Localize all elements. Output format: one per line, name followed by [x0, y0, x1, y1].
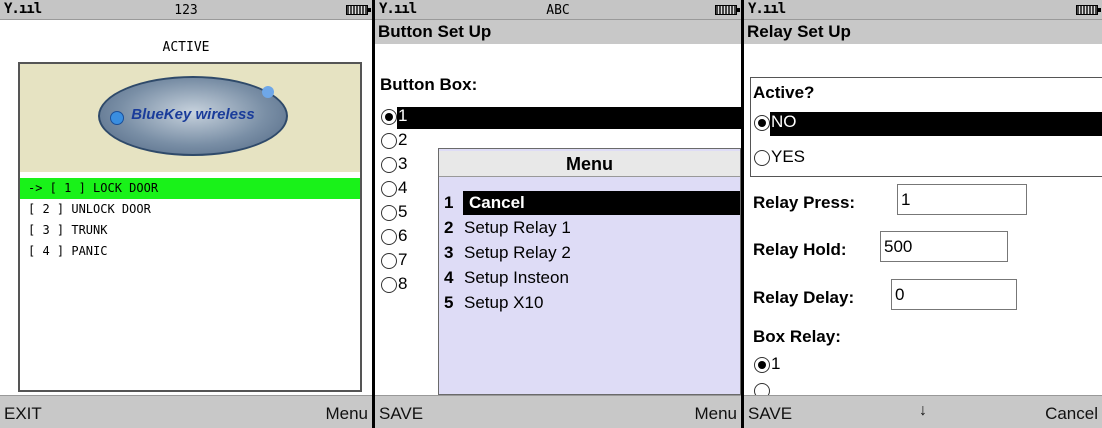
menu-item-setup-x10[interactable]: 5 Setup X10	[444, 290, 740, 315]
page-title: ACTIVE	[0, 40, 372, 60]
radio-label: 3	[398, 154, 408, 173]
menu-item-number: 2	[444, 218, 454, 237]
relay-setup-screen: Y.ııl Relay Set Up Active? NO YES Relay …	[744, 0, 1102, 428]
status-bar: Y.ııl	[744, 0, 1102, 20]
menu-item-label: Setup X10	[464, 293, 544, 312]
relay-press-label: Relay Press:	[753, 193, 856, 212]
relay-hold-field[interactable]: 500	[880, 231, 1008, 262]
menu-softkey[interactable]: Menu	[694, 404, 737, 424]
command-panel: BlueKey wireless -> [ 1 ] LOCK DOOR [ 2 …	[18, 62, 362, 392]
options-menu-popup: Menu 1 Cancel 2 Setup Relay 1 3 Setup Relay…	[438, 148, 741, 395]
menu-item-number: 1	[444, 193, 454, 212]
radio-option-1[interactable]: 1	[381, 104, 741, 129]
menu-item-label: Cancel	[469, 193, 525, 212]
menu-list: 1 Cancel 2 Setup Relay 1 3 Setup Relay 2 4S…	[444, 190, 740, 315]
radio-label: 1	[771, 354, 781, 373]
list-item-panic[interactable]: [ 4 ] PANIC	[20, 241, 360, 262]
command-list: -> [ 1 ] LOCK DOOR [ 2 ] UNLOCK DOOR [ 3…	[20, 178, 360, 262]
menu-item-setup-insteon[interactable]: 4 Setup Insteon	[444, 265, 740, 290]
radio-checked-icon	[754, 356, 770, 373]
radio-unchecked-icon	[381, 180, 397, 197]
radio-label: 7	[398, 250, 408, 269]
exit-softkey[interactable]: EXIT	[4, 404, 42, 424]
selection-highlight	[397, 107, 741, 129]
radio-checked-icon	[381, 108, 397, 125]
logo-area: BlueKey wireless	[20, 64, 360, 172]
active-option-yes[interactable]: YES	[754, 145, 1102, 169]
logo-dot-icon	[262, 86, 274, 98]
status-bar: Y.ııl ABC	[375, 0, 741, 20]
menu-item-label: Setup Relay 2	[464, 243, 571, 262]
radio-unchecked-icon	[381, 132, 397, 149]
relay-hold-label: Relay Hold:	[753, 240, 847, 259]
radio-unchecked-icon	[381, 252, 397, 269]
relay-delay-field[interactable]: 0	[891, 279, 1017, 310]
softkey-bar: EXIT Menu	[0, 395, 372, 428]
signal-icon: Y.ııl	[748, 1, 786, 17]
radio-label: 8	[398, 274, 408, 293]
input-mode: 123	[174, 3, 198, 18]
menu-item-setup-relay-2[interactable]: 3 Setup Relay 2	[444, 240, 740, 265]
list-item-trunk[interactable]: [ 3 ] TRUNK	[20, 220, 360, 241]
menu-item-setup-relay-1[interactable]: 2 Setup Relay 1	[444, 215, 740, 240]
battery-icon	[346, 5, 371, 15]
box-relay-label: Box Relay:	[753, 327, 841, 346]
radio-checked-icon	[754, 114, 770, 131]
menu-item-cancel[interactable]: 1 Cancel	[444, 190, 740, 215]
battery-icon	[1076, 5, 1101, 15]
radio-label: 4	[398, 178, 408, 197]
radio-label: 5	[398, 202, 408, 221]
button-setup-screen: Y.ııl ABC Button Set Up Button Box: 1 2 …	[375, 0, 741, 428]
radio-unchecked-icon	[754, 149, 770, 166]
page-title: Relay Set Up	[744, 20, 1102, 44]
menu-item-number: 5	[444, 293, 454, 312]
relay-delay-label: Relay Delay:	[753, 288, 855, 307]
radio-label: NO	[771, 112, 797, 131]
radio-label: 1	[398, 106, 408, 125]
radio-label: YES	[771, 147, 806, 166]
radio-unchecked-icon	[381, 204, 397, 221]
menu-item-label: Setup Relay 1	[464, 218, 571, 237]
radio-label: 6	[398, 226, 408, 245]
list-item-unlock-door[interactable]: [ 2 ] UNLOCK DOOR	[20, 199, 360, 220]
softkey-bar: SAVE Menu	[375, 395, 741, 428]
save-softkey[interactable]: SAVE	[379, 404, 423, 424]
relay-press-field[interactable]: 1	[897, 184, 1027, 215]
battery-icon	[715, 5, 740, 15]
radio-label: 2	[398, 130, 408, 149]
menu-softkey[interactable]: Menu	[325, 404, 368, 424]
menu-item-label: Setup Insteon	[464, 268, 569, 287]
radio-unchecked-icon	[381, 228, 397, 245]
active-option-no[interactable]: NO	[754, 110, 1102, 136]
radio-unchecked-icon	[381, 156, 397, 173]
input-mode: ABC	[546, 3, 570, 18]
cancel-softkey[interactable]: Cancel	[1045, 404, 1098, 424]
logo-text: BlueKey wireless	[131, 106, 255, 123]
status-bar: Y.ııl 123	[0, 0, 372, 20]
radio-unchecked-icon	[381, 276, 397, 293]
menu-title: Menu	[439, 151, 740, 177]
selection-highlight	[770, 112, 1102, 136]
bluekey-logo: BlueKey wireless	[98, 76, 288, 156]
list-item-lock-door[interactable]: -> [ 1 ] LOCK DOOR	[20, 178, 360, 199]
button-box-label: Button Box:	[380, 75, 478, 94]
box-relay-option-1[interactable]: 1	[754, 352, 1102, 376]
page-title: Button Set Up	[375, 20, 741, 44]
softkey-bar: SAVE ↓ Cancel	[744, 395, 1102, 428]
menu-item-number: 3	[444, 243, 454, 262]
menu-item-number: 4	[444, 268, 454, 287]
active-label: Active?	[753, 83, 815, 102]
active-screen: Y.ııl 123 ACTIVE BlueKey wireless -> [ 1…	[0, 0, 372, 428]
